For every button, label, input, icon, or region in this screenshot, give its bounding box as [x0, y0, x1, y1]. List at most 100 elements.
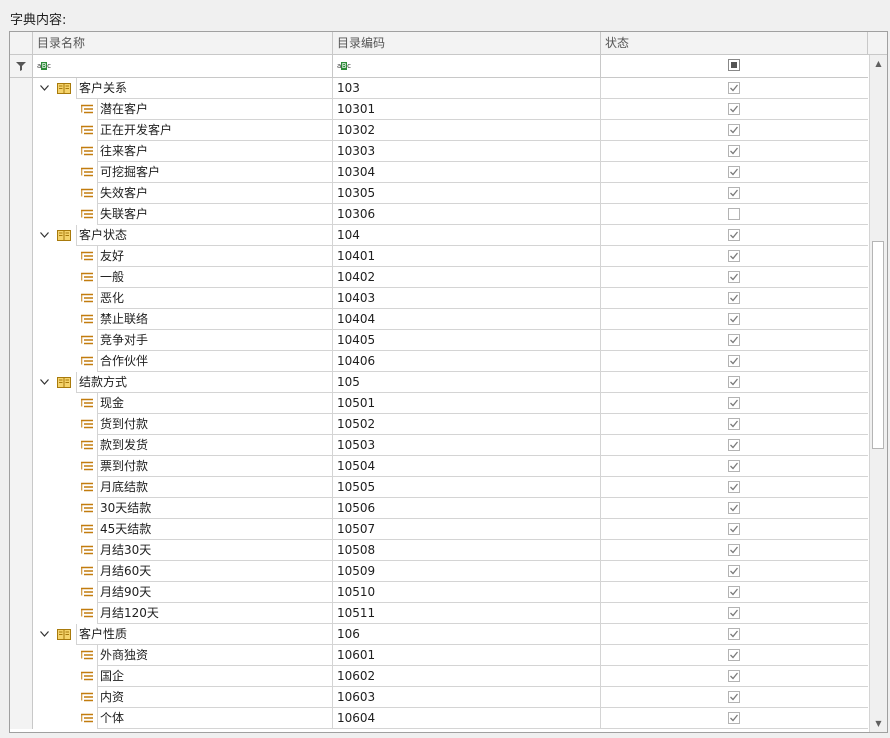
tree-item-row[interactable]: 月结120天 10511 [10, 603, 868, 624]
status-cell[interactable] [601, 456, 868, 477]
name-cell[interactable]: 30天结款 [33, 498, 333, 519]
dictionary-tree-grid[interactable]: 目录名称 目录编码 状态 aBc aBc 客户关系 103 潜在客户 10301 正在开… [9, 31, 888, 733]
tree-item-row[interactable]: 正在开发客户 10302 [10, 120, 868, 141]
code-cell[interactable]: 10509 [333, 561, 601, 582]
code-cell[interactable]: 10405 [333, 330, 601, 351]
filter-name-cell[interactable]: aBc [33, 55, 333, 77]
code-cell[interactable]: 10402 [333, 267, 601, 288]
row-indicator[interactable] [10, 561, 33, 582]
tree-item-row[interactable]: 往来客户 10303 [10, 141, 868, 162]
status-cell[interactable] [601, 267, 868, 288]
tree-item-row[interactable]: 45天结款 10507 [10, 519, 868, 540]
row-indicator[interactable] [10, 498, 33, 519]
row-indicator[interactable] [10, 645, 33, 666]
status-checkbox-checked[interactable] [728, 691, 740, 703]
code-cell[interactable]: 10503 [333, 435, 601, 456]
row-indicator[interactable] [10, 141, 33, 162]
status-cell[interactable] [601, 78, 868, 99]
tree-item-row[interactable]: 个体 10604 [10, 708, 868, 729]
code-cell[interactable]: 10505 [333, 477, 601, 498]
row-indicator[interactable] [10, 309, 33, 330]
name-cell[interactable]: 款到发货 [33, 435, 333, 456]
status-checkbox-checked[interactable] [728, 355, 740, 367]
status-checkbox-checked[interactable] [728, 397, 740, 409]
name-cell[interactable]: 月结90天 [33, 582, 333, 603]
status-cell[interactable] [601, 582, 868, 603]
row-indicator[interactable] [10, 267, 33, 288]
code-cell[interactable]: 10306 [333, 204, 601, 225]
code-cell[interactable]: 10401 [333, 246, 601, 267]
status-checkbox-checked[interactable] [728, 565, 740, 577]
status-cell[interactable] [601, 393, 868, 414]
row-indicator[interactable] [10, 162, 33, 183]
status-cell[interactable] [601, 183, 868, 204]
chevron-down-icon[interactable] [38, 624, 50, 645]
status-checkbox-checked[interactable] [728, 670, 740, 682]
name-cell[interactable]: 失效客户 [33, 183, 333, 204]
code-cell[interactable]: 10508 [333, 540, 601, 561]
tree-item-row[interactable]: 潜在客户 10301 [10, 99, 868, 120]
code-cell[interactable]: 10404 [333, 309, 601, 330]
tree-item-row[interactable]: 月底结款 10505 [10, 477, 868, 498]
code-cell[interactable]: 106 [333, 624, 601, 645]
name-cell[interactable]: 现金 [33, 393, 333, 414]
tree-item-row[interactable]: 友好 10401 [10, 246, 868, 267]
tree-group-row[interactable]: 客户关系 103 [10, 78, 868, 99]
name-cell[interactable]: 票到付款 [33, 456, 333, 477]
code-cell[interactable]: 103 [333, 78, 601, 99]
name-cell[interactable]: 客户性质 [33, 624, 333, 645]
tree-item-row[interactable]: 外商独资 10601 [10, 645, 868, 666]
status-cell[interactable] [601, 288, 868, 309]
name-cell[interactable]: 客户关系 [33, 78, 333, 99]
name-cell[interactable]: 内资 [33, 687, 333, 708]
row-indicator[interactable] [10, 99, 33, 120]
tree-group-row[interactable]: 客户性质 106 [10, 624, 868, 645]
status-checkbox-checked[interactable] [728, 460, 740, 472]
status-cell[interactable] [601, 351, 868, 372]
status-checkbox-checked[interactable] [728, 124, 740, 136]
row-indicator[interactable] [10, 78, 33, 99]
code-cell[interactable]: 10403 [333, 288, 601, 309]
status-checkbox-checked[interactable] [728, 481, 740, 493]
row-indicator[interactable] [10, 582, 33, 603]
name-cell[interactable]: 友好 [33, 246, 333, 267]
code-cell[interactable]: 105 [333, 372, 601, 393]
row-indicator[interactable] [10, 393, 33, 414]
status-cell[interactable] [601, 519, 868, 540]
status-checkbox-checked[interactable] [728, 439, 740, 451]
tree-item-row[interactable]: 禁止联络 10404 [10, 309, 868, 330]
status-cell[interactable] [601, 309, 868, 330]
tree-item-row[interactable]: 30天结款 10506 [10, 498, 868, 519]
name-cell[interactable]: 结款方式 [33, 372, 333, 393]
status-cell[interactable] [601, 666, 868, 687]
row-indicator[interactable] [10, 120, 33, 141]
row-indicator[interactable] [10, 708, 33, 729]
name-cell[interactable]: 可挖掘客户 [33, 162, 333, 183]
code-cell[interactable]: 10304 [333, 162, 601, 183]
name-cell[interactable]: 客户状态 [33, 225, 333, 246]
code-cell[interactable]: 10303 [333, 141, 601, 162]
scroll-up-icon[interactable]: ▲ [870, 55, 887, 72]
row-indicator[interactable] [10, 183, 33, 204]
row-indicator[interactable] [10, 603, 33, 624]
code-cell[interactable]: 10502 [333, 414, 601, 435]
column-header-code[interactable]: 目录编码 [333, 32, 601, 54]
status-cell[interactable] [601, 435, 868, 456]
name-cell[interactable]: 往来客户 [33, 141, 333, 162]
tree-item-row[interactable]: 恶化 10403 [10, 288, 868, 309]
status-checkbox-checked[interactable] [728, 544, 740, 556]
name-cell[interactable]: 竞争对手 [33, 330, 333, 351]
code-cell[interactable]: 10602 [333, 666, 601, 687]
status-cell[interactable] [601, 414, 868, 435]
status-cell[interactable] [601, 708, 868, 729]
status-cell[interactable] [601, 162, 868, 183]
code-cell[interactable]: 10301 [333, 99, 601, 120]
code-cell[interactable]: 10511 [333, 603, 601, 624]
status-checkbox-checked[interactable] [728, 376, 740, 388]
tree-item-row[interactable]: 票到付款 10504 [10, 456, 868, 477]
code-cell[interactable]: 10601 [333, 645, 601, 666]
row-indicator[interactable] [10, 414, 33, 435]
column-header-status[interactable]: 状态 [601, 32, 868, 54]
name-cell[interactable]: 国企 [33, 666, 333, 687]
tree-item-row[interactable]: 一般 10402 [10, 267, 868, 288]
